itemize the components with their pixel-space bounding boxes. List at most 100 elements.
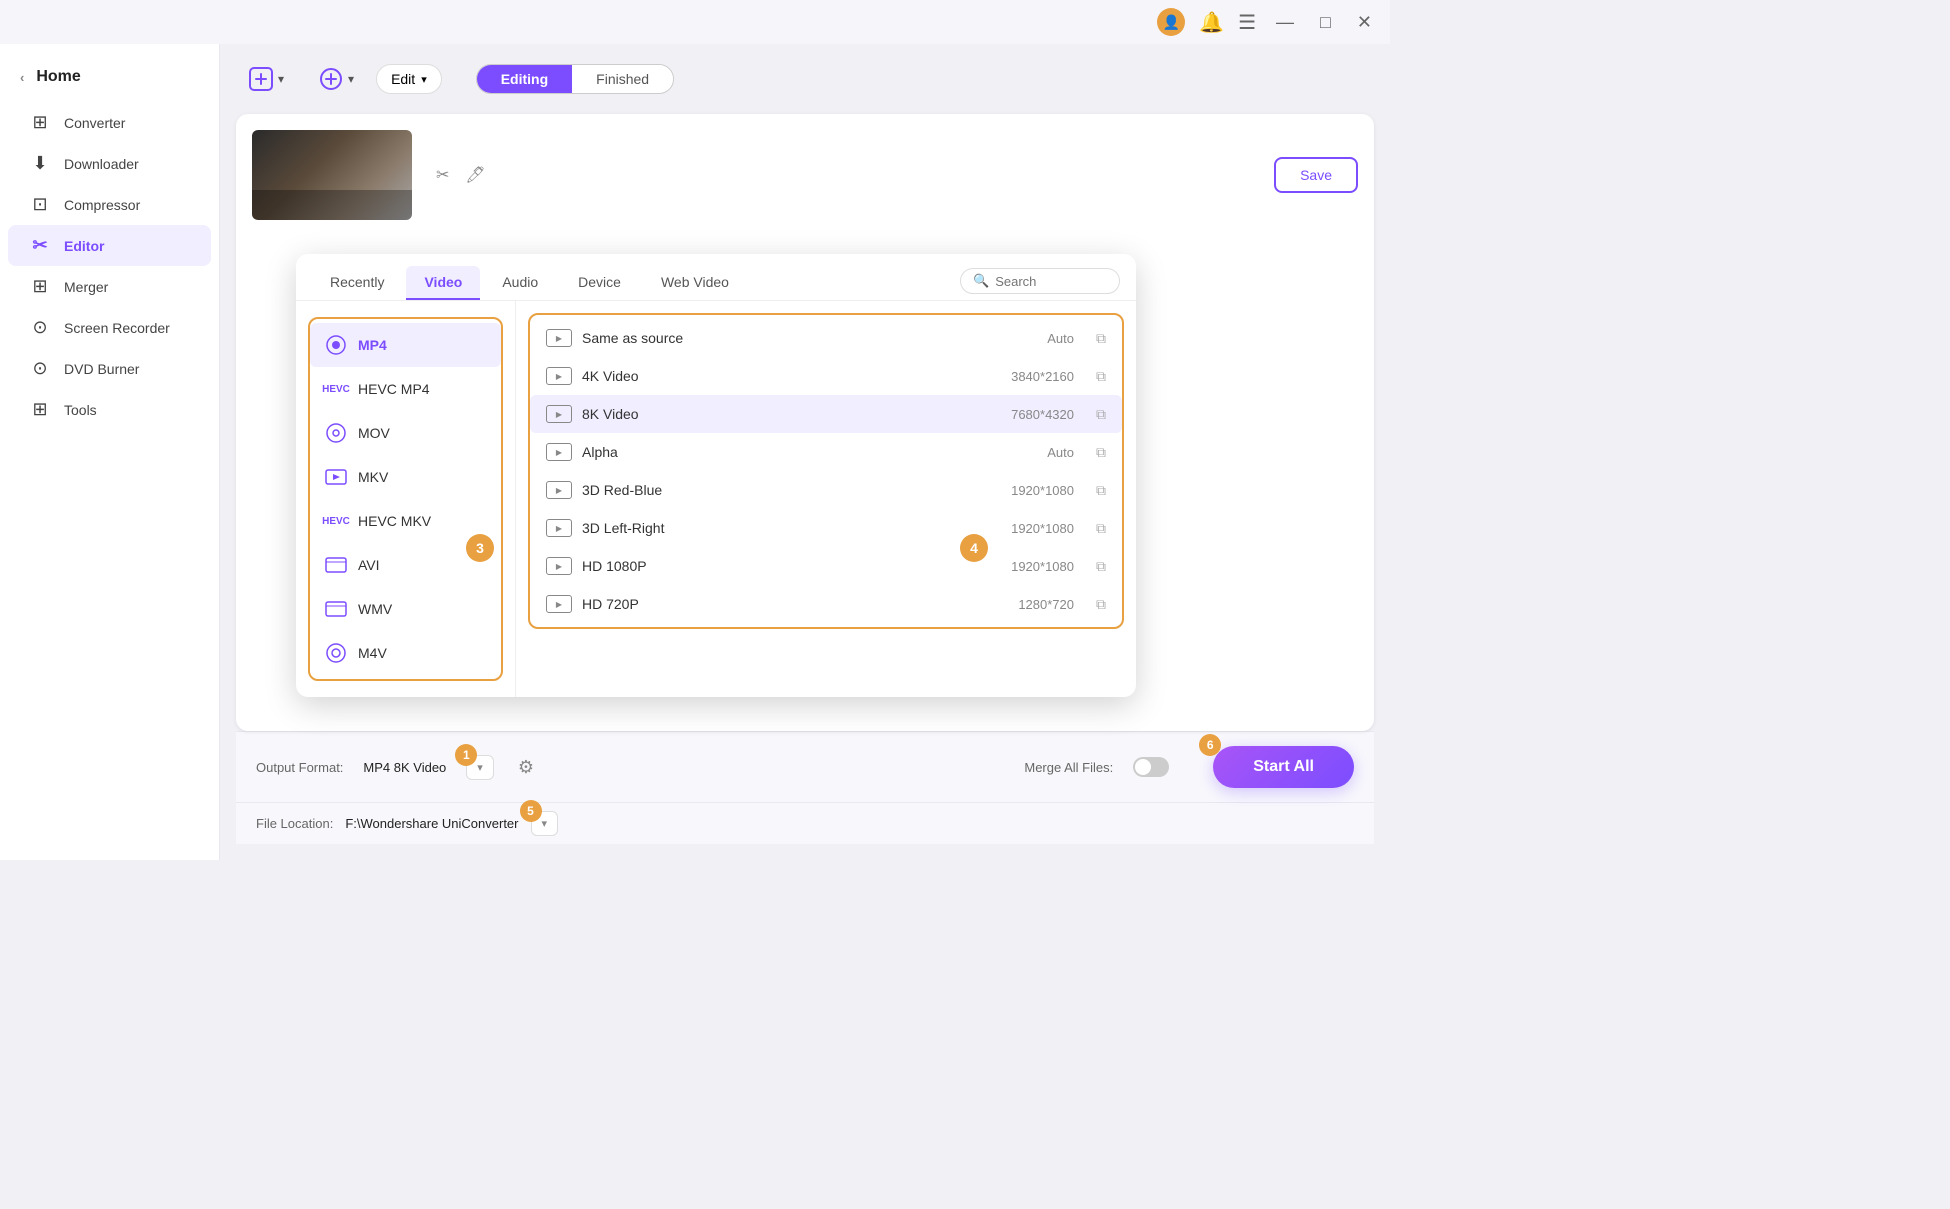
format-body: MP4 HEVC HEVC MP4 MOV bbox=[296, 301, 1136, 697]
sidebar-item-editor[interactable]: ✂ Editor bbox=[8, 225, 211, 266]
save-button[interactable]: Save bbox=[1274, 157, 1358, 193]
quality-item-hd-720p[interactable]: HD 720P 1280*720 ⧉ bbox=[530, 585, 1122, 623]
quality-item-res: 7680*4320 bbox=[1011, 407, 1074, 422]
format-item-hevc-mp4[interactable]: HEVC HEVC MP4 bbox=[310, 367, 501, 411]
avi-icon bbox=[324, 553, 348, 577]
cut-icon[interactable]: ✂ bbox=[432, 161, 453, 189]
format-item-label: HEVC MKV bbox=[358, 513, 431, 529]
edit-dropdown[interactable]: Edit ▾ bbox=[376, 64, 442, 94]
sidebar-item-downloader[interactable]: ⬇ Downloader bbox=[8, 143, 211, 184]
format-tab-device[interactable]: Device bbox=[560, 266, 639, 300]
output-format-value: MP4 8K Video bbox=[363, 760, 446, 775]
format-tab-audio[interactable]: Audio bbox=[484, 266, 556, 300]
minimize-button[interactable]: — bbox=[1270, 10, 1300, 35]
quality-item-res: 1280*720 bbox=[1018, 597, 1074, 612]
sidebar-home[interactable]: ‹ Home bbox=[0, 60, 219, 102]
quality-edit-icon[interactable]: ⧉ bbox=[1096, 558, 1106, 575]
quality-item-4k[interactable]: 4K Video 3840*2160 ⧉ bbox=[530, 357, 1122, 395]
quality-edit-icon[interactable]: ⧉ bbox=[1096, 406, 1106, 423]
sidebar-item-compressor[interactable]: ⊡ Compressor bbox=[8, 184, 211, 225]
file-location-dropdown[interactable]: 5 ▾ bbox=[531, 811, 559, 836]
format-item-mkv[interactable]: MKV bbox=[310, 455, 501, 499]
quality-edit-icon[interactable]: ⧉ bbox=[1096, 368, 1106, 385]
add-file-chevron-icon: ▾ bbox=[278, 72, 284, 86]
search-input[interactable] bbox=[995, 274, 1095, 289]
output-format-chevron-icon: ▾ bbox=[477, 761, 483, 774]
quality-item-res: Auto bbox=[1047, 445, 1074, 460]
quality-item-res: 3840*2160 bbox=[1011, 369, 1074, 384]
format-item-label: MKV bbox=[358, 469, 388, 485]
merge-toggle[interactable] bbox=[1133, 757, 1169, 777]
quality-item-3d-red-blue[interactable]: 3D Red-Blue 1920*1080 ⧉ bbox=[530, 471, 1122, 509]
sidebar-item-converter[interactable]: ⊞ Converter bbox=[8, 102, 211, 143]
quality-list: Same as source Auto ⧉ 4K Video 3840*2160… bbox=[516, 301, 1136, 697]
sidebar-item-label: Compressor bbox=[64, 197, 140, 213]
quality-video-icon bbox=[546, 481, 572, 499]
quality-item-8k[interactable]: 8K Video 7680*4320 ⧉ bbox=[530, 395, 1122, 433]
output-format-dropdown[interactable]: 1 ▾ bbox=[466, 755, 494, 780]
close-button[interactable]: ✕ bbox=[1351, 10, 1378, 35]
tab-finished[interactable]: Finished bbox=[572, 65, 673, 93]
quality-item-3d-left-right[interactable]: 3D Left-Right 1920*1080 ⧉ bbox=[530, 509, 1122, 547]
quality-video-icon bbox=[546, 557, 572, 575]
format-search[interactable]: 🔍 bbox=[960, 268, 1120, 294]
quality-video-icon bbox=[546, 519, 572, 537]
menu-icon[interactable]: ☰ bbox=[1238, 10, 1256, 35]
quality-edit-icon[interactable]: ⧉ bbox=[1096, 444, 1106, 461]
editor-icon: ✂ bbox=[28, 235, 52, 256]
badge-1: 1 bbox=[455, 744, 477, 766]
quality-item-name: 3D Left-Right bbox=[582, 520, 1001, 536]
sidebar-item-label: Downloader bbox=[64, 156, 139, 172]
quality-item-res: Auto bbox=[1047, 331, 1074, 346]
format-item-m4v[interactable]: M4V bbox=[310, 631, 501, 675]
quality-edit-icon[interactable]: ⧉ bbox=[1096, 330, 1106, 347]
add-url-button[interactable]: ▾ bbox=[306, 60, 366, 98]
quality-item-hd-1080p[interactable]: HD 1080P 1920*1080 ⧉ bbox=[530, 547, 1122, 585]
sidebar-item-merger[interactable]: ⊞ Merger bbox=[8, 266, 211, 307]
format-item-mp4[interactable]: MP4 bbox=[310, 323, 501, 367]
start-all-wrapper: 6 Start All bbox=[1213, 746, 1354, 788]
mkv-icon bbox=[324, 465, 348, 489]
quality-item-name: 3D Red-Blue bbox=[582, 482, 1001, 498]
user-avatar-icon[interactable]: 👤 bbox=[1157, 8, 1185, 36]
badge-5: 5 bbox=[520, 800, 542, 822]
format-item-label: M4V bbox=[358, 645, 387, 661]
edit-dropdown-chevron-icon: ▾ bbox=[421, 73, 427, 86]
quality-edit-icon[interactable]: ⧉ bbox=[1096, 520, 1106, 537]
edit-icon[interactable]: 🖊 bbox=[461, 161, 489, 189]
badge-3: 3 bbox=[466, 534, 494, 562]
quality-item-name: Same as source bbox=[582, 330, 1037, 346]
start-all-button[interactable]: Start All bbox=[1213, 746, 1354, 788]
format-tab-webvideo[interactable]: Web Video bbox=[643, 266, 747, 300]
sidebar-item-tools[interactable]: ⊞ Tools bbox=[8, 389, 211, 430]
format-item-label: MOV bbox=[358, 425, 390, 441]
file-actions: ✂ 🖊 bbox=[432, 161, 490, 189]
settings-icon[interactable]: ⚙ bbox=[518, 757, 534, 778]
quality-edit-icon[interactable]: ⧉ bbox=[1096, 482, 1106, 499]
format-item-mov[interactable]: MOV bbox=[310, 411, 501, 455]
add-file-button[interactable]: ▾ bbox=[236, 60, 296, 98]
sidebar-item-label: Tools bbox=[64, 402, 97, 418]
quality-list-border: Same as source Auto ⧉ 4K Video 3840*2160… bbox=[528, 313, 1124, 629]
quality-video-icon bbox=[546, 367, 572, 385]
maximize-button[interactable]: □ bbox=[1314, 10, 1337, 35]
quality-item-name: HD 720P bbox=[582, 596, 1008, 612]
mp4-icon bbox=[324, 333, 348, 357]
format-item-wmv[interactable]: WMV bbox=[310, 587, 501, 631]
sidebar-item-dvd-burner[interactable]: ⊙ DVD Burner bbox=[8, 348, 211, 389]
sidebar-item-screen-recorder[interactable]: ⊙ Screen Recorder bbox=[8, 307, 211, 348]
file-row: ✂ 🖊 Save bbox=[252, 130, 1358, 220]
format-tab-video[interactable]: Video bbox=[406, 266, 480, 300]
quality-item-alpha[interactable]: Alpha Auto ⧉ bbox=[530, 433, 1122, 471]
tab-editing[interactable]: Editing bbox=[477, 65, 572, 93]
bell-icon[interactable]: 🔔 bbox=[1199, 10, 1224, 35]
bottom-bar: Output Format: MP4 8K Video 1 ▾ ⚙ Merge … bbox=[236, 731, 1374, 802]
edit-dropdown-label: Edit bbox=[391, 71, 415, 87]
title-bar-icons: 👤 🔔 ☰ — □ ✕ bbox=[1157, 8, 1378, 36]
format-tabs: Recently Video Audio Device Web Video 🔍 bbox=[296, 254, 1136, 301]
quality-item-same-as-source[interactable]: Same as source Auto ⧉ bbox=[530, 319, 1122, 357]
sidebar: ‹ Home ⊞ Converter ⬇ Downloader ⊡ Compre… bbox=[0, 44, 220, 860]
quality-edit-icon[interactable]: ⧉ bbox=[1096, 596, 1106, 613]
format-tab-recently[interactable]: Recently bbox=[312, 266, 402, 300]
format-list-border: MP4 HEVC HEVC MP4 MOV bbox=[308, 317, 503, 681]
